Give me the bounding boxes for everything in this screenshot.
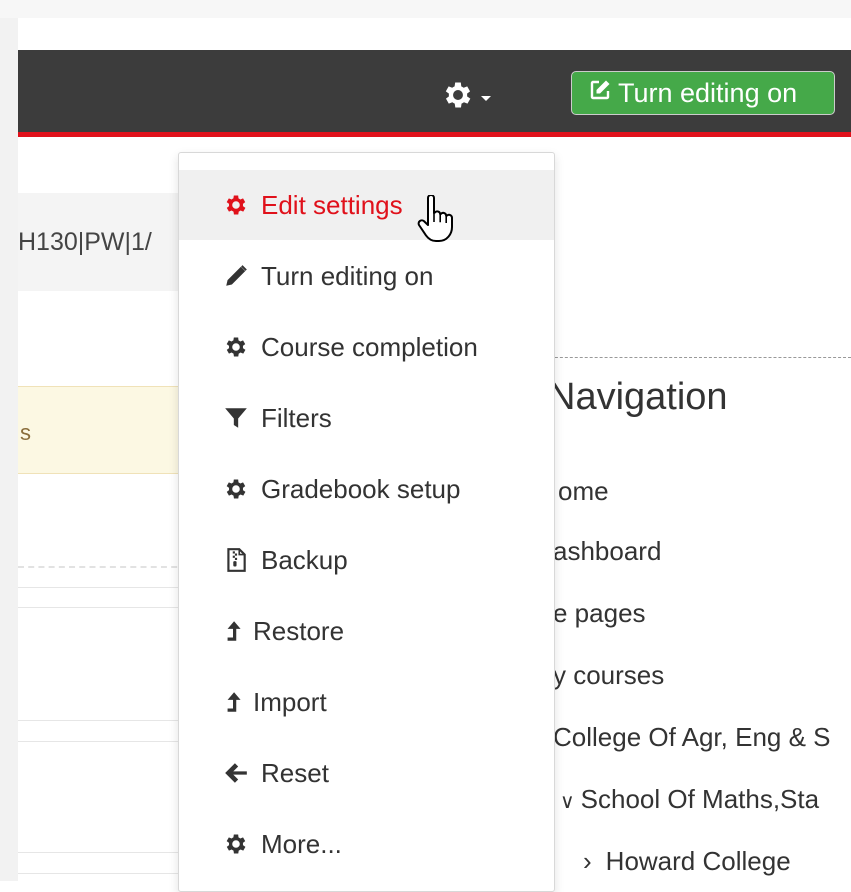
menu-item-label: Restore (253, 615, 345, 646)
menu-item-label: Backup (261, 544, 348, 575)
filter-icon (223, 405, 249, 431)
menu-item-turn-editing-on[interactable]: Turn editing on (179, 241, 554, 311)
menu-item-reset[interactable]: Reset (179, 738, 554, 808)
menu-item-label: Edit settings (261, 189, 403, 220)
menu-item-label: Course completion (261, 331, 478, 362)
edit-icon (588, 78, 618, 109)
gear-icon (223, 476, 249, 502)
gear-icon (223, 192, 249, 218)
turn-editing-on-label: Turn editing on (618, 77, 798, 108)
pencil-icon (223, 263, 249, 289)
menu-item-more[interactable]: More... (179, 809, 554, 879)
nav-item-my-courses[interactable]: y courses (553, 660, 664, 691)
menu-item-label: Reset (261, 757, 329, 788)
gear-icon (223, 831, 249, 857)
menu-item-course-completion[interactable]: Course completion (179, 312, 554, 382)
navigation-block-title: Navigation (548, 376, 728, 418)
level-up-icon (223, 618, 243, 644)
course-shortname: H130|PW|1/ (18, 228, 152, 256)
course-actions-dropdown: Edit settings Turn editing on Course com… (178, 152, 555, 892)
menu-item-label: Filters (261, 402, 332, 433)
left-gutter (0, 18, 18, 881)
nav-item-school[interactable]: ∨ School Of Maths,Sta (560, 784, 819, 815)
gear-icon (441, 78, 475, 112)
menu-item-gradebook-setup[interactable]: Gradebook setup (179, 454, 554, 524)
menu-item-restore[interactable]: Restore (179, 596, 554, 666)
chevron-down-icon: ∨ (560, 791, 575, 813)
menu-item-label: Import (253, 686, 327, 717)
nav-item-site-pages[interactable]: e pages (553, 598, 646, 629)
menu-item-label: Gradebook setup (261, 473, 461, 504)
menu-item-backup[interactable]: Backup (179, 525, 554, 595)
file-archive-icon (223, 547, 249, 573)
nav-item-school-label: School Of Maths,Sta (580, 784, 820, 814)
menu-item-filters[interactable]: Filters (179, 383, 554, 453)
notice-text: s (20, 420, 31, 445)
nav-item-howard-college-label: Howard College (605, 846, 791, 876)
nav-item-college[interactable]: College Of Agr, Eng & S (553, 722, 831, 753)
navigation-block-border (540, 357, 851, 358)
course-actions-menu-toggle[interactable] (441, 78, 491, 112)
nav-item-home[interactable]: ome (558, 476, 609, 507)
page-top (0, 0, 851, 50)
top-band (0, 0, 851, 18)
nav-item-dashboard[interactable]: ashboard (553, 536, 661, 567)
menu-item-label: More... (261, 828, 342, 859)
chevron-right-icon: › (583, 846, 592, 876)
menu-item-edit-settings[interactable]: Edit settings (179, 170, 554, 240)
nav-item-howard-college[interactable]: › Howard College (583, 846, 791, 877)
menu-item-label: Turn editing on (261, 260, 434, 291)
menu-item-import[interactable]: Import (179, 667, 554, 737)
caret-down-icon (481, 95, 491, 101)
turn-editing-on-button[interactable]: Turn editing on (571, 71, 835, 115)
level-up-icon (223, 689, 243, 715)
hand-pointer-cursor-icon (416, 194, 456, 250)
arrow-left-icon (223, 760, 249, 786)
gear-icon (223, 334, 249, 360)
